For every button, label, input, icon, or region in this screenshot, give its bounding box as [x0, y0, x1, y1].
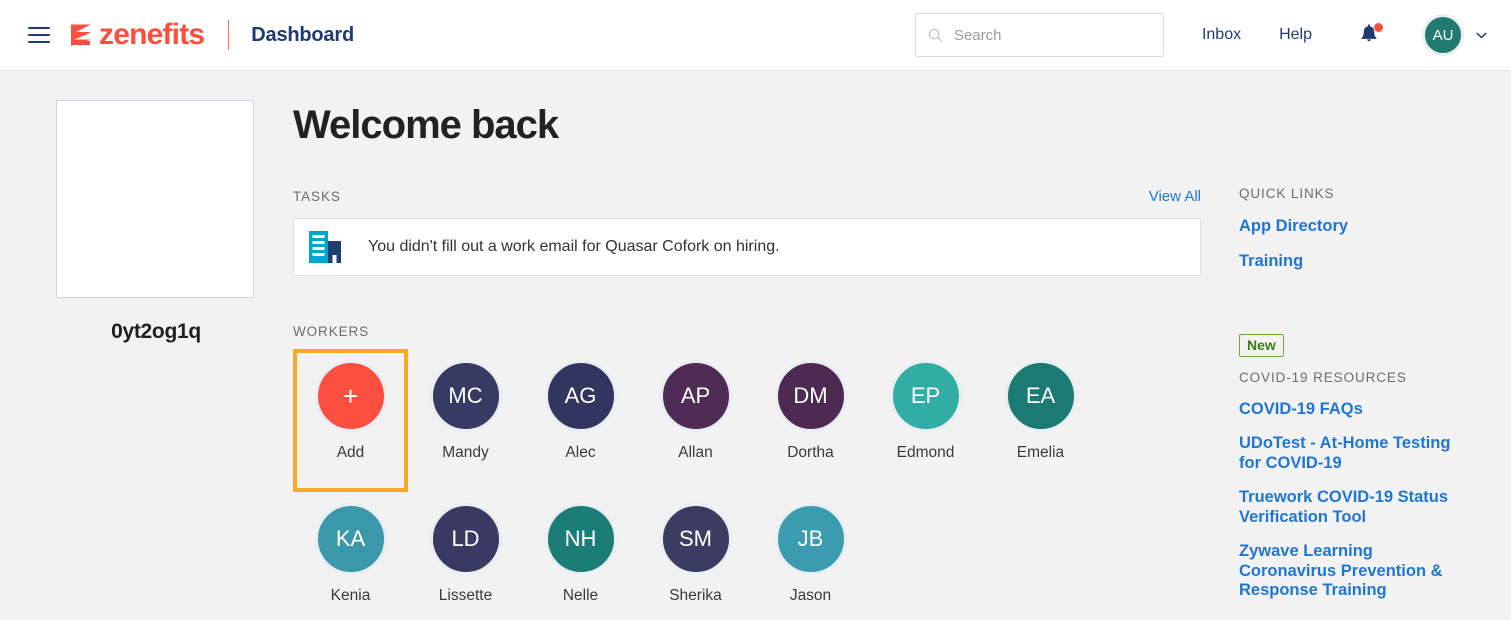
worker-cell[interactable]: KA Kenia: [293, 492, 408, 605]
nav-inbox[interactable]: Inbox: [1202, 26, 1241, 44]
worker-name: Mandy: [442, 444, 489, 461]
page-title: Dashboard: [251, 23, 354, 46]
workers-label: WORKERS: [293, 324, 370, 339]
search-box[interactable]: [914, 13, 1164, 57]
worker-cell[interactable]: + Add: [293, 349, 408, 492]
worker-avatar[interactable]: JB: [774, 503, 847, 575]
quick-links-label: QUICK LINKS: [1239, 186, 1335, 201]
search-icon: [928, 28, 943, 42]
header-divider: [228, 20, 230, 50]
hamburger-icon[interactable]: [28, 27, 50, 43]
worker-avatar[interactable]: EP: [889, 360, 962, 432]
worker-name: Alec: [565, 444, 596, 461]
top-header: zenefits Dashboard Inbox Help AU: [0, 0, 1511, 71]
profile-name: 0yt2og1q: [111, 320, 201, 343]
worker-avatar[interactable]: KA: [314, 503, 387, 575]
worker-cell[interactable]: EP Edmond: [868, 349, 983, 492]
worker-avatar[interactable]: SM: [659, 503, 732, 575]
page-body: 0yt2og1q Welcome back TASKS View All You…: [0, 71, 1511, 620]
view-all-link[interactable]: View All: [1149, 188, 1201, 205]
worker-avatar[interactable]: AP: [659, 360, 732, 432]
task-card[interactable]: You didn't fill out a work email for Qua…: [293, 218, 1201, 276]
worker-cell[interactable]: AG Alec: [523, 349, 638, 492]
notifications-button[interactable]: [1358, 23, 1383, 47]
quick-link-app-directory[interactable]: App Directory: [1239, 217, 1469, 236]
nav-help[interactable]: Help: [1279, 26, 1312, 44]
new-badge: New: [1239, 333, 1284, 357]
add-worker-icon[interactable]: +: [314, 360, 387, 432]
notification-dot: [1374, 23, 1383, 32]
covid-link-zywave[interactable]: Zywave Learning Coronavirus Prevention &…: [1239, 542, 1469, 600]
main-content: Welcome back TASKS View All You didn't f…: [293, 71, 1201, 605]
worker-name: Kenia: [330, 587, 371, 604]
worker-name: Nelle: [562, 587, 599, 604]
worker-avatar[interactable]: EA: [1004, 360, 1077, 432]
tasks-label: TASKS: [293, 189, 341, 204]
covid-resources-label: COVID-19 RESOURCES: [1239, 369, 1407, 385]
covid-link-udotest[interactable]: UDoTest - At-Home Testing for COVID-19: [1239, 434, 1469, 473]
workers-grid: + Add MC Mandy AG Alec AP Allan DM Dortha EP Edmond…: [293, 349, 1201, 605]
worker-cell[interactable]: LD Lissette: [408, 492, 523, 605]
header-right-group: Inbox Help AU: [914, 13, 1487, 57]
worker-avatar[interactable]: DM: [774, 360, 847, 432]
worker-cell[interactable]: JB Jason: [753, 492, 868, 605]
worker-avatar[interactable]: NH: [544, 503, 617, 575]
worker-name: Sherika: [669, 587, 722, 604]
worker-name: Emelia: [1016, 444, 1065, 461]
worker-name: Allan: [678, 444, 713, 461]
chevron-down-icon[interactable]: [1476, 32, 1487, 39]
worker-cell[interactable]: DM Dortha: [753, 349, 868, 492]
tasks-header: TASKS View All: [293, 188, 1201, 205]
worker-cell[interactable]: EA Emelia: [983, 349, 1098, 492]
worker-name: Dortha: [787, 444, 834, 461]
profile-photo[interactable]: [56, 100, 254, 298]
worker-name: Edmond: [896, 444, 955, 461]
right-sidebar: QUICK LINKS App Directory Training New C…: [1239, 71, 1469, 601]
task-text: You didn't fill out a work email for Qua…: [368, 238, 780, 255]
worker-cell[interactable]: AP Allan: [638, 349, 753, 492]
covid-link-faqs[interactable]: COVID-19 FAQs: [1239, 400, 1469, 419]
user-avatar[interactable]: AU: [1422, 14, 1464, 56]
worker-name: Jason: [789, 587, 832, 604]
worker-avatar[interactable]: LD: [429, 503, 502, 575]
worker-cell[interactable]: NH Nelle: [523, 492, 638, 605]
covid-link-truework[interactable]: Truework COVID-19 Status Verification To…: [1239, 488, 1469, 527]
zenefits-z-icon: [71, 24, 91, 46]
worker-avatar[interactable]: AG: [544, 360, 617, 432]
brand-logo[interactable]: zenefits: [68, 18, 205, 51]
brand-name: zenefits: [99, 18, 205, 51]
worker-name: Lissette: [438, 587, 493, 604]
profile-card: 0yt2og1q: [56, 100, 256, 344]
buildings-icon: [309, 231, 341, 263]
worker-avatar[interactable]: MC: [429, 360, 502, 432]
worker-name: Add: [336, 444, 365, 461]
worker-cell[interactable]: MC Mandy: [408, 349, 523, 492]
search-input[interactable]: [953, 26, 1144, 44]
welcome-heading: Welcome back: [293, 103, 559, 147]
worker-cell[interactable]: SM Sherika: [638, 492, 753, 605]
quick-link-training[interactable]: Training: [1239, 252, 1469, 271]
